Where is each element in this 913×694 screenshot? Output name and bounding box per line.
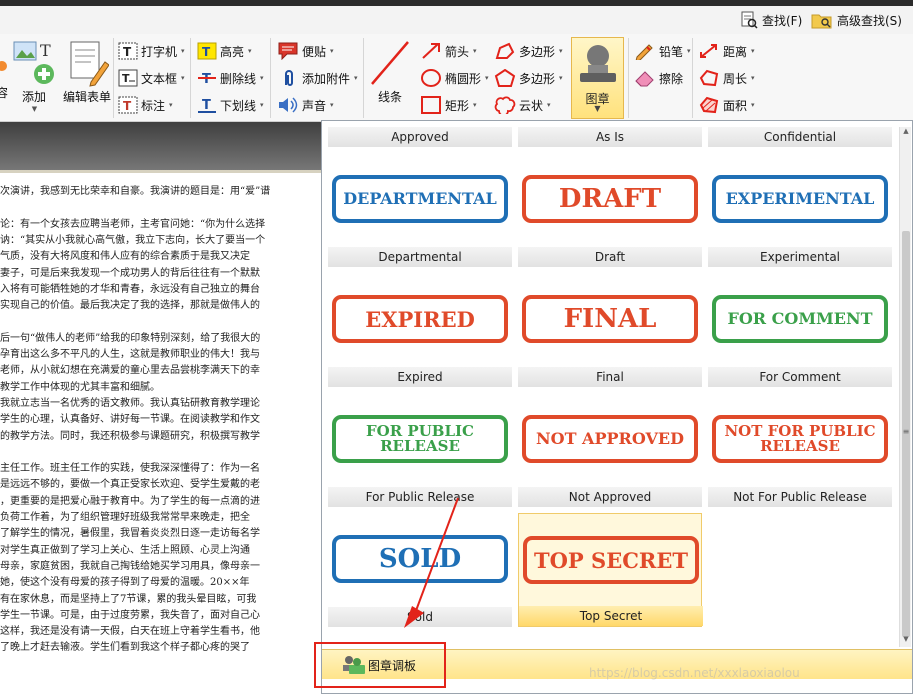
annotation-highlight-box xyxy=(314,642,446,688)
annotation-overlay xyxy=(404,497,459,628)
watermark: https://blog.csdn.net/xxxlaoxiaolou xyxy=(589,666,800,680)
annotation-arrowhead-icon xyxy=(404,606,424,628)
annotation-arrow xyxy=(413,497,459,617)
